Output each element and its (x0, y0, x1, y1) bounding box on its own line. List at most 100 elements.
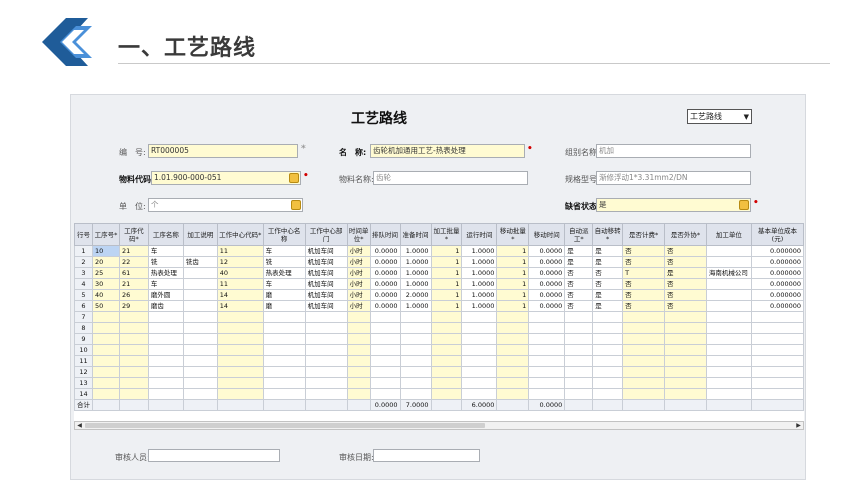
grid-cell[interactable]: 1 (496, 256, 530, 268)
grid-cell[interactable] (461, 388, 498, 400)
grid-cell[interactable] (592, 311, 624, 323)
grid-cell[interactable] (705, 245, 752, 257)
grid-cell[interactable] (147, 377, 184, 389)
grid-cell[interactable] (496, 388, 530, 400)
grid-cell[interactable] (262, 366, 306, 378)
grid-cell[interactable] (461, 311, 498, 323)
grid-cell[interactable] (216, 311, 264, 323)
grid-cell[interactable]: 11 (216, 278, 264, 290)
grid-cell[interactable] (461, 377, 498, 389)
table-row[interactable]: 6 50 29 磨齿 14 磨机加车间 小时 0.0000 1.0000 1 1.0000 1 0.00… (74, 300, 804, 312)
grid-cell[interactable] (182, 300, 218, 312)
grid-cell[interactable] (92, 388, 120, 400)
grid-cell[interactable]: 1 (430, 278, 463, 290)
grid-cell[interactable]: T (622, 267, 666, 279)
grid-cell[interactable] (92, 322, 120, 334)
grid-header-cell[interactable]: 是否计费* (622, 223, 666, 246)
grid-cell[interactable] (147, 388, 184, 400)
grid-cell[interactable]: 0.0000 (369, 289, 401, 301)
grid-header-cell[interactable]: 工作中心代码* (216, 223, 264, 246)
grid-cell[interactable]: 小时 (346, 245, 371, 257)
grid-cell[interactable] (304, 388, 348, 400)
grid-cell[interactable] (705, 355, 752, 367)
grid-cell[interactable] (369, 355, 401, 367)
grid-cell[interactable] (346, 377, 371, 389)
grid-cell[interactable] (216, 377, 264, 389)
grid-header-cell[interactable]: 时间单位* (346, 223, 371, 246)
grid-header-cell[interactable]: 工序名称 (147, 223, 184, 246)
grid-header-cell[interactable]: 工序号* (92, 223, 120, 246)
grid-cell[interactable]: 14 (216, 289, 264, 301)
grid-cell[interactable] (664, 311, 707, 323)
grid-header-cell[interactable]: 准备时间 (399, 223, 432, 246)
grid-cell[interactable] (92, 344, 120, 356)
grid-cell[interactable] (664, 344, 707, 356)
grid-cell[interactable]: 车 (262, 245, 306, 257)
grid-cell[interactable] (399, 377, 432, 389)
grid-cell[interactable] (92, 355, 120, 367)
grid-cell[interactable] (399, 322, 432, 334)
grid-cell[interactable] (664, 355, 707, 367)
grid-cell[interactable] (528, 388, 566, 400)
grid-cell[interactable]: 1.0000 (461, 256, 498, 268)
grid-cell[interactable]: 29 (118, 300, 149, 312)
grid-cell[interactable] (92, 377, 120, 389)
default-status-lookup-icon[interactable] (739, 200, 749, 210)
grid-cell[interactable]: 否 (564, 300, 594, 312)
grid-cell[interactable]: 铣齿 (182, 256, 218, 268)
grid-cell[interactable] (622, 355, 666, 367)
grid-cell[interactable] (399, 333, 432, 345)
grid-header-cell[interactable]: 加工单位 (705, 223, 752, 246)
grid-cell[interactable] (182, 333, 218, 345)
grid-cell[interactable] (705, 377, 752, 389)
grid-cell[interactable] (92, 311, 120, 323)
grid-cell[interactable] (496, 333, 530, 345)
grid-header-cell[interactable]: 移动批量* (496, 223, 530, 246)
grid-cell[interactable] (262, 311, 306, 323)
grid-cell[interactable] (592, 366, 624, 378)
grid-cell[interactable]: 0.0000 (369, 300, 401, 312)
grid-cell[interactable]: 0.0000 (369, 256, 401, 268)
grid-cell[interactable] (430, 311, 463, 323)
grid-cell[interactable] (182, 289, 218, 301)
grid-cell[interactable]: 是 (564, 256, 594, 268)
grid-cell[interactable]: 1.0000 (399, 267, 432, 279)
grid-cell[interactable] (147, 355, 184, 367)
grid-cell[interactable]: 0.000000 (750, 278, 804, 290)
grid-cell[interactable] (147, 333, 184, 345)
grid-cell[interactable]: 0.0000 (528, 245, 566, 257)
grid-header-cell[interactable]: 工作中心部门 (304, 223, 348, 246)
grid-cell[interactable]: 热表处理 (147, 267, 184, 279)
grid-cell[interactable] (147, 311, 184, 323)
grid-cell[interactable] (147, 322, 184, 334)
grid-cell[interactable] (346, 388, 371, 400)
grid-cell[interactable]: 50 (92, 300, 120, 312)
grid-cell[interactable] (664, 377, 707, 389)
grid-cell[interactable]: 1.0000 (461, 300, 498, 312)
grid-cell[interactable] (705, 366, 752, 378)
grid-header-cell[interactable]: 运行时间 (461, 223, 498, 246)
grid-cell[interactable]: 车 (147, 245, 184, 257)
group-input[interactable]: 机加 (596, 144, 751, 158)
grid-cell[interactable]: 是 (592, 256, 624, 268)
table-row[interactable]: 10 (74, 344, 804, 356)
grid-cell[interactable]: 25 (92, 267, 120, 279)
grid-cell[interactable] (496, 344, 530, 356)
table-row[interactable]: 7 (74, 311, 804, 323)
grid-cell[interactable] (750, 366, 804, 378)
grid-cell[interactable]: 1 (496, 300, 530, 312)
grid-cell[interactable]: 0.0000 (369, 267, 401, 279)
grid-cell[interactable] (461, 322, 498, 334)
grid-cell[interactable] (369, 388, 401, 400)
grid-cell[interactable] (430, 322, 463, 334)
grid-cell[interactable]: 海南机械公司 (705, 267, 752, 279)
grid-cell[interactable] (346, 333, 371, 345)
grid-cell[interactable] (346, 311, 371, 323)
scroll-right-icon[interactable]: ▶ (794, 422, 803, 429)
grid-cell[interactable]: 1 (430, 267, 463, 279)
grid-cell[interactable] (705, 322, 752, 334)
grid-cell[interactable] (399, 311, 432, 323)
grid-cell[interactable]: 小时 (346, 267, 371, 279)
unit-input[interactable]: 个 (148, 198, 303, 212)
grid-cell[interactable] (182, 366, 218, 378)
